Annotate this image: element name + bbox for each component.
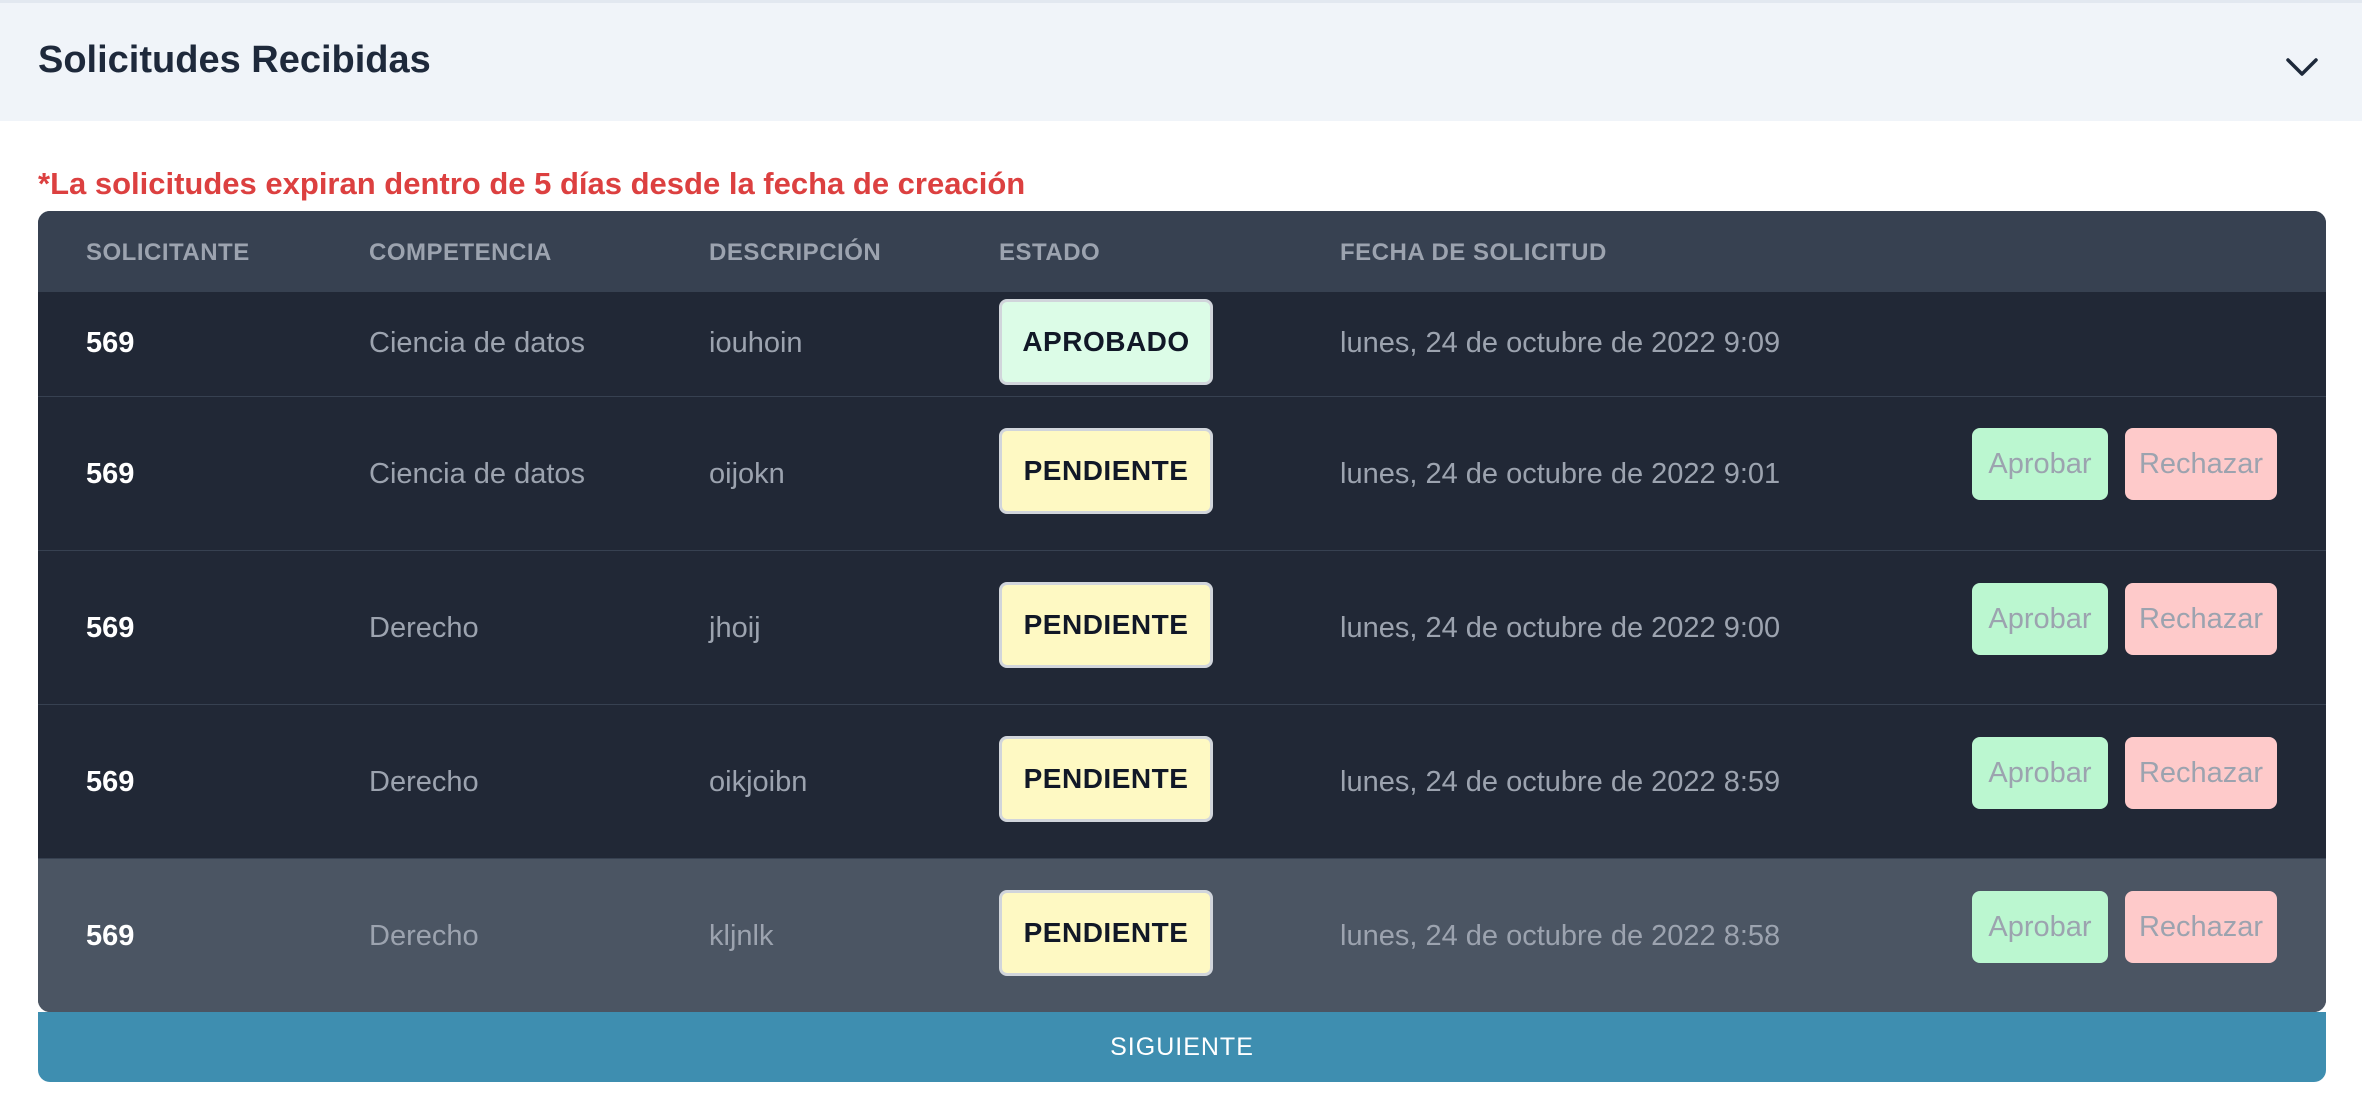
- requests-table: SOLICITANTE COMPETENCIA DESCRIPCIÓN ESTA…: [38, 211, 2326, 1012]
- header-descripcion: DESCRIPCIÓN: [709, 239, 882, 266]
- header-fecha: FECHA DE SOLICITUD: [1340, 239, 1607, 266]
- header-competencia: COMPETENCIA: [369, 239, 552, 266]
- section-title: Solicitudes Recibidas: [38, 39, 431, 81]
- cell-solicitante: 569: [86, 766, 135, 798]
- cell-competencia: Ciencia de datos: [369, 458, 586, 490]
- table-row: 569 Derecho oikjoibn PENDIENTE lunes, 24…: [38, 704, 2326, 858]
- table-header: SOLICITANTE COMPETENCIA DESCRIPCIÓN ESTA…: [38, 211, 2326, 291]
- reject-button[interactable]: Rechazar: [2125, 583, 2277, 655]
- approve-button[interactable]: Aprobar: [1972, 737, 2108, 809]
- status-badge: APROBADO: [999, 299, 1213, 385]
- cell-fecha: lunes, 24 de octubre de 2022 9:01: [1340, 458, 1781, 490]
- accordion-header[interactable]: Solicitudes Recibidas: [0, 0, 2362, 121]
- cell-solicitante: 569: [86, 458, 135, 490]
- table-row: 569 Derecho jhoij PENDIENTE lunes, 24 de…: [38, 550, 2326, 704]
- reject-button[interactable]: Rechazar: [2125, 737, 2277, 809]
- table-row: 569 Ciencia de datos iouhoin APROBADO lu…: [38, 291, 2326, 396]
- table-row: 569 Ciencia de datos oijokn PENDIENTE lu…: [38, 396, 2326, 550]
- status-badge: PENDIENTE: [999, 428, 1213, 514]
- cell-competencia: Derecho: [369, 920, 479, 952]
- cell-competencia: Derecho: [369, 766, 479, 798]
- cell-solicitante: 569: [86, 920, 135, 952]
- reject-button[interactable]: Rechazar: [2125, 428, 2277, 500]
- reject-button[interactable]: Rechazar: [2125, 891, 2277, 963]
- approve-button[interactable]: Aprobar: [1972, 428, 2108, 500]
- status-badge: PENDIENTE: [999, 582, 1213, 668]
- cell-descripcion: iouhoin: [709, 327, 803, 359]
- cell-descripcion: oikjoibn: [709, 766, 808, 798]
- header-estado: ESTADO: [999, 239, 1101, 266]
- chevron-down-icon[interactable]: [2282, 47, 2322, 87]
- approve-button[interactable]: Aprobar: [1972, 583, 2108, 655]
- header-solicitante: SOLICITANTE: [86, 239, 250, 266]
- cell-competencia: Ciencia de datos: [369, 327, 586, 359]
- next-page-button[interactable]: SIGUIENTE: [38, 1012, 2326, 1082]
- cell-fecha: lunes, 24 de octubre de 2022 9:00: [1340, 612, 1781, 644]
- cell-descripcion: oijokn: [709, 458, 785, 490]
- cell-descripcion: jhoij: [709, 612, 761, 644]
- status-badge: PENDIENTE: [999, 890, 1213, 976]
- cell-descripcion: kljnlk: [709, 920, 774, 952]
- cell-competencia: Derecho: [369, 612, 479, 644]
- cell-solicitante: 569: [86, 612, 135, 644]
- table-row: 569 Derecho kljnlk PENDIENTE lunes, 24 d…: [38, 858, 2326, 1012]
- status-badge: PENDIENTE: [999, 736, 1213, 822]
- cell-fecha: lunes, 24 de octubre de 2022 8:59: [1340, 766, 1781, 798]
- cell-solicitante: 569: [86, 327, 135, 359]
- cell-fecha: lunes, 24 de octubre de 2022 9:09: [1340, 327, 1781, 359]
- expiration-notice: *La solicitudes expiran dentro de 5 días…: [38, 166, 1026, 201]
- cell-fecha: lunes, 24 de octubre de 2022 8:58: [1340, 920, 1781, 952]
- approve-button[interactable]: Aprobar: [1972, 891, 2108, 963]
